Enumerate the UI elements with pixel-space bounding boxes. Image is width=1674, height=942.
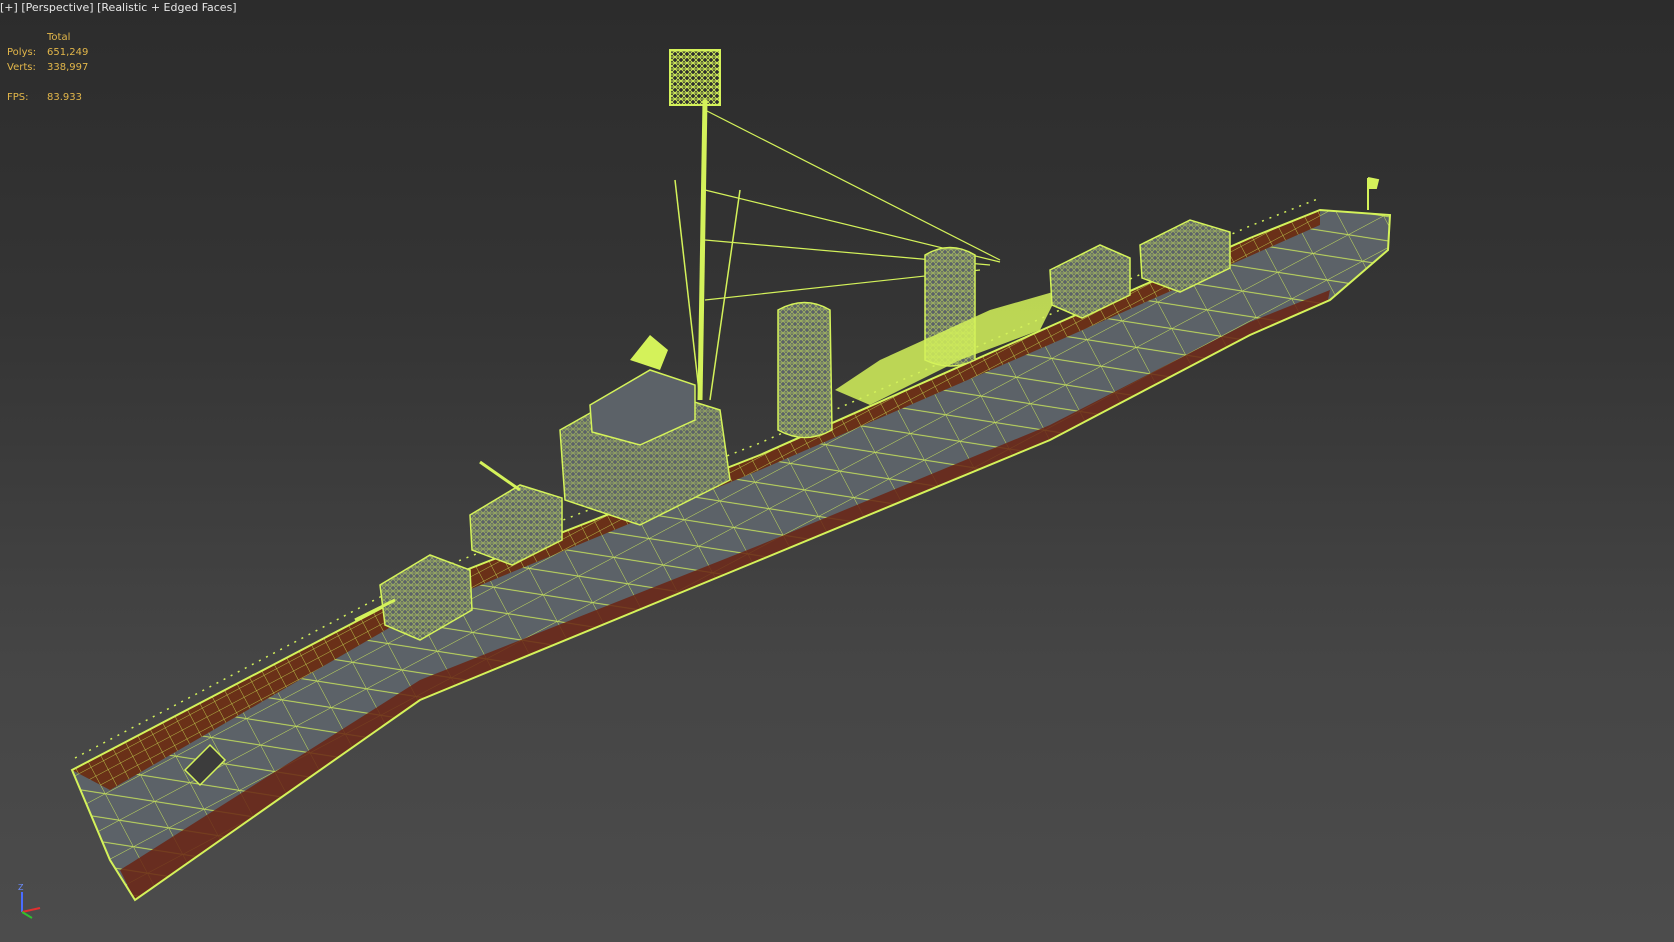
forward-funnel bbox=[777, 301, 833, 439]
z-axis-label: Z bbox=[18, 883, 24, 892]
hull-waterline-stripe bbox=[120, 290, 1330, 900]
y-axis bbox=[21, 911, 33, 919]
viewport-scene[interactable] bbox=[0, 0, 1674, 942]
stern-flag bbox=[1367, 177, 1380, 210]
x-axis bbox=[21, 907, 41, 913]
ship-model[interactable] bbox=[70, 49, 1392, 902]
axis-gizmo[interactable]: Z bbox=[14, 880, 46, 920]
